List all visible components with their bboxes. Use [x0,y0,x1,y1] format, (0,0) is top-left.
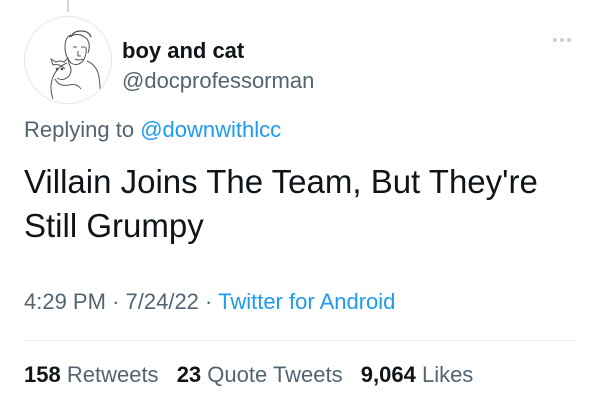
likes-label: Likes [421,362,474,387]
tweet-date[interactable]: 7/24/22 [126,289,199,314]
retweets-count: 158 [24,362,61,387]
likes-stat[interactable]: 9,064 Likes [361,362,474,387]
author-names: boy and cat @docprofessorman [122,38,314,94]
display-name[interactable]: boy and cat [122,38,314,64]
retweets-label: Retweets [66,362,159,387]
retweets-stat[interactable]: 158 Retweets [24,362,159,387]
tweet-stats: 158 Retweets 23 Quote Tweets 9,064 Likes [24,362,485,388]
quote-tweets-count: 23 [176,362,202,387]
more-options-icon [553,38,557,42]
divider [24,340,576,341]
user-handle[interactable]: @docprofessorman [122,68,314,94]
avatar-sketch-icon [50,30,101,100]
reply-mention-link[interactable]: @downwithlcc [140,117,281,142]
more-options-button[interactable] [548,30,576,50]
replying-to-line: Replying to @downwithlcc [24,116,281,144]
meta-separator: · [205,289,213,314]
likes-count: 9,064 [360,362,416,387]
quote-tweets-label: Quote Tweets [207,362,343,387]
quote-tweets-stat[interactable]: 23 Quote Tweets [177,362,343,387]
tweet-meta: 4:29 PM · 7/24/22 · Twitter for Android [24,288,395,316]
tweet-text: Villain Joins The Team, But They're Stil… [24,163,538,244]
tweet-time[interactable]: 4:29 PM [24,289,106,314]
replying-prefix: Replying to [24,117,141,142]
tweet-source-link[interactable]: Twitter for Android [218,289,395,314]
meta-separator: · [112,289,120,314]
avatar[interactable] [24,16,112,104]
thread-connector-line [67,0,69,12]
